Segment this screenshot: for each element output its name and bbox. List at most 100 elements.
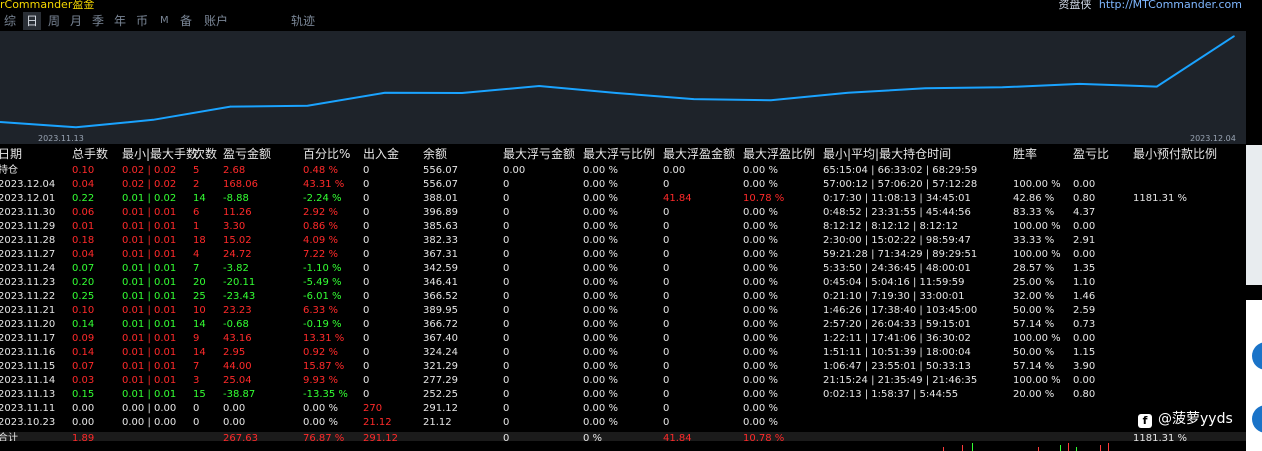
column-header[interactable]: 最小预付款比例 xyxy=(1133,146,1217,162)
tab-month[interactable]: 月 xyxy=(70,12,82,30)
column-header[interactable]: 最大浮盈比例 xyxy=(743,146,815,162)
table-cell: 0.00 xyxy=(503,165,526,176)
column-header[interactable]: 最小|平均|最大持仓时间 xyxy=(823,146,951,162)
table-cell: 0 xyxy=(503,347,510,358)
table-cell: 0.01 | 0.01 xyxy=(122,277,177,288)
table-cell: 0.06 xyxy=(72,207,95,218)
table-cell: 0.00 % xyxy=(743,165,778,176)
column-header[interactable]: 胜率 xyxy=(1013,146,1037,162)
table-cell: 324.24 xyxy=(423,347,458,358)
table-cell: 0.01 | 0.01 xyxy=(122,375,177,386)
table-cell: 0.00 % xyxy=(743,417,778,428)
table-cell: 0 xyxy=(663,333,670,344)
tab-day[interactable]: 日 xyxy=(23,12,42,30)
candle-tick xyxy=(962,445,963,451)
table-cell: 44.00 xyxy=(223,361,252,372)
column-header[interactable]: 次数 xyxy=(193,146,217,162)
candle-tick xyxy=(1060,445,1061,451)
table-row[interactable]: 2023.10.23 0.00 0.00 | 0.00 0 0.00 0.00 % 21.1… xyxy=(0,416,1246,430)
table-cell: 0.00 % xyxy=(583,277,618,288)
table-cell: 0.00 % xyxy=(583,249,618,260)
table-cell: 59:21:28 | 71:34:29 | 89:29:51 xyxy=(823,249,978,260)
top-bar: rCommander盈金 资盘侠 http://MTCommander.com xyxy=(0,0,1246,10)
equity-point xyxy=(1078,83,1081,85)
table-row[interactable]: 持仓 0.10 0.02 | 0.02 5 2.68 0.48 % 0 556.07 0.00 0… xyxy=(0,164,1246,178)
table-cell: 2023.11.13 xyxy=(0,389,56,400)
column-header[interactable]: 最大浮盈金额 xyxy=(663,146,735,162)
table-row[interactable]: 2023.11.14 0.03 0.01 | 0.01 3 25.04 9.93 % 0 27… xyxy=(0,374,1246,388)
table-cell: 43.31 % xyxy=(303,179,345,190)
table-cell: 1.35 xyxy=(1073,263,1096,274)
column-header[interactable]: 盈亏比 xyxy=(1073,146,1109,162)
table-cell: 6.33 % xyxy=(303,305,338,316)
equity-point xyxy=(1156,85,1158,88)
tab-quarter[interactable]: 季 xyxy=(92,12,104,30)
column-header[interactable]: 出入金 xyxy=(363,146,399,162)
table-cell: 2023.11.16 xyxy=(0,347,56,358)
equity-point xyxy=(1233,35,1235,37)
table-row[interactable]: 2023.11.28 0.18 0.01 | 0.01 18 15.02 4.09 % 0 3… xyxy=(0,234,1246,248)
tab-week[interactable]: 周 xyxy=(48,12,60,30)
table-cell: 0.00 % xyxy=(583,319,618,330)
table-cell: 2023.11.30 xyxy=(0,207,56,218)
table-row[interactable]: 2023.11.16 0.14 0.01 | 0.01 14 2.95 0.92 % 0 32… xyxy=(0,346,1246,360)
column-header[interactable]: 盈亏金额 xyxy=(223,146,271,162)
table-cell: 0.03 xyxy=(72,375,95,386)
table-cell: 18 xyxy=(193,235,206,246)
table-cell: 0.14 xyxy=(72,319,95,330)
table-cell: 367.31 xyxy=(423,249,458,260)
table-cell: 0.00 % xyxy=(583,193,618,204)
table-cell: 0 xyxy=(363,263,370,274)
table-row[interactable]: 2023.11.22 0.25 0.01 | 0.01 25 -23.43 -6.01 %… xyxy=(0,290,1246,304)
table-row[interactable]: 2023.11.23 0.20 0.01 | 0.01 20 -20.11 -5.49 %… xyxy=(0,276,1246,290)
table-cell: 0.00 % xyxy=(743,207,778,218)
table-cell: 0.09 xyxy=(72,333,95,344)
table-row[interactable]: 2023.11.29 0.01 0.01 | 0.01 1 3.30 0.86 % 0 385… xyxy=(0,220,1246,234)
tab-year[interactable]: 年 xyxy=(114,12,126,30)
table-cell: 0 xyxy=(363,291,370,302)
tab-track[interactable]: 轨迹 xyxy=(291,12,315,30)
table-cell: -0.19 % xyxy=(303,319,342,330)
table-cell: 321.29 xyxy=(423,361,458,372)
column-header[interactable]: 日期 xyxy=(0,146,22,162)
tab-currency[interactable]: 币 xyxy=(136,12,148,30)
column-header[interactable]: 总手数 xyxy=(72,146,108,162)
equity-point xyxy=(384,92,386,94)
table-cell: 0.00 % xyxy=(743,263,778,274)
table-cell: 持仓 xyxy=(0,165,18,176)
table-row[interactable]: 2023.11.11 0.00 0.00 | 0.00 0 0.00 0.00 % 270 2… xyxy=(0,402,1246,416)
table-row[interactable]: 2023.11.27 0.04 0.01 | 0.01 4 24.72 7.22 % 0 36… xyxy=(0,248,1246,262)
table-row[interactable]: 2023.11.17 0.09 0.01 | 0.01 9 43.16 13.31 % 0 3… xyxy=(0,332,1246,346)
column-header[interactable]: 最大浮亏金额 xyxy=(503,146,575,162)
table-row[interactable]: 2023.12.04 0.04 0.02 | 0.02 2 168.06 43.31 % 0… xyxy=(0,178,1246,192)
table-cell: 0.00 % xyxy=(743,319,778,330)
table-cell: 0.01 | 0.01 xyxy=(122,333,177,344)
header-link[interactable]: http://MTCommander.com xyxy=(1099,0,1242,10)
table-row[interactable]: 2023.11.15 0.07 0.01 | 0.01 7 44.00 15.87 % 0 3… xyxy=(0,360,1246,374)
table-cell: 0.86 % xyxy=(303,221,338,232)
column-header[interactable]: 余额 xyxy=(423,146,447,162)
table-cell: 2.68 xyxy=(223,165,246,176)
table-cell: 0 xyxy=(503,417,510,428)
column-header[interactable]: 百分比% xyxy=(303,146,350,162)
table-row[interactable]: 2023.11.13 0.15 0.01 | 0.01 15 -38.87 -13.35 … xyxy=(0,388,1246,402)
table-row[interactable]: 2023.11.21 0.10 0.01 | 0.01 10 23.23 6.33 % 0 3… xyxy=(0,304,1246,318)
table-cell: 0 xyxy=(503,193,510,204)
table-cell: 2.59 xyxy=(1073,305,1096,316)
column-header[interactable]: 最小|最大手数 xyxy=(122,146,198,162)
table-cell: 32.00 % xyxy=(1013,291,1055,302)
table-row[interactable]: 2023.11.30 0.06 0.01 | 0.01 6 11.26 2.92 % 0 39… xyxy=(0,206,1246,220)
table-cell: 270 xyxy=(363,403,383,414)
table-row[interactable]: 2023.11.24 0.07 0.01 | 0.01 7 -3.82 -1.10 % 0 3… xyxy=(0,262,1246,276)
table-cell: 20 xyxy=(193,277,206,288)
table-cell: 0 xyxy=(503,291,510,302)
table-row[interactable]: 2023.11.20 0.14 0.01 | 0.01 14 -0.68 -0.19 % 0… xyxy=(0,318,1246,332)
tab-account[interactable]: 账户 xyxy=(204,12,228,30)
tab-overview[interactable]: 综 xyxy=(4,12,16,30)
table-cell: 0.00 xyxy=(223,417,246,428)
tab-note[interactable]: 备 xyxy=(180,12,192,30)
tab-m[interactable]: M xyxy=(160,12,169,30)
table-row[interactable]: 2023.12.01 0.22 0.01 | 0.02 14 -8.88 -2.24 % 0… xyxy=(0,192,1246,206)
column-header[interactable]: 最大浮亏比例 xyxy=(583,146,655,162)
table-cell: 0 xyxy=(663,361,670,372)
